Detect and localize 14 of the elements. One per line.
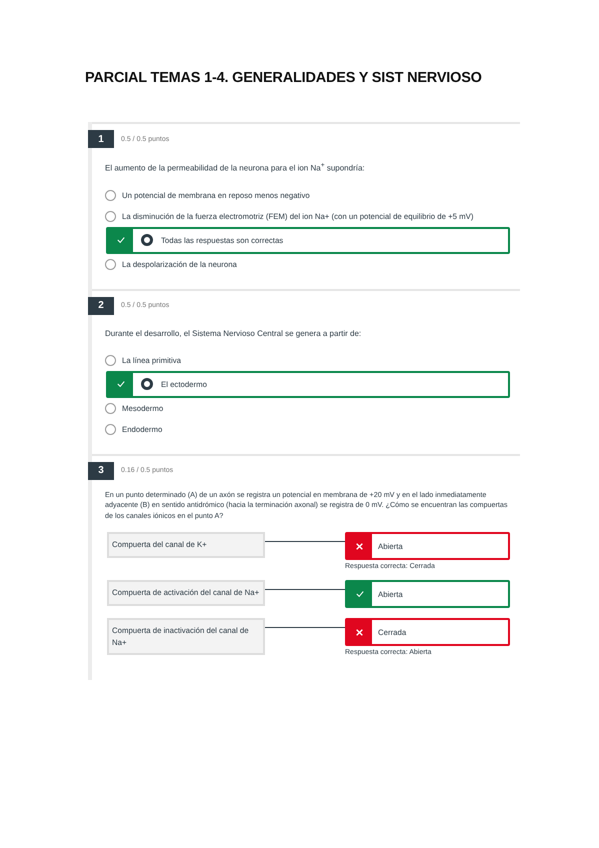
radio-button[interactable] [141, 378, 153, 390]
question-text: El aumento de la permeabilidad de la neurona para el ion Na$^{+}$ supondría: [105, 161, 366, 175]
radio-button[interactable] [105, 354, 116, 366]
question-number: 2 [88, 296, 114, 315]
page-title: PARCIAL TEMAS 1-4. GENERALIDADES Y SIST NERVIOSO [85, 70, 483, 86]
radio-button[interactable] [105, 402, 116, 414]
radio-button[interactable] [105, 258, 116, 270]
radio-button[interactable] [105, 210, 116, 222]
question-number: 1 [88, 130, 114, 148]
radio-button[interactable] [141, 234, 153, 246]
question-text: Durante el desarrollo, el Sistema Nervioso Central se genera a partir de: [105, 328, 362, 340]
radio-button[interactable] [105, 424, 116, 435]
question-number: 3 [88, 462, 114, 480]
radio-button[interactable] [105, 190, 116, 201]
